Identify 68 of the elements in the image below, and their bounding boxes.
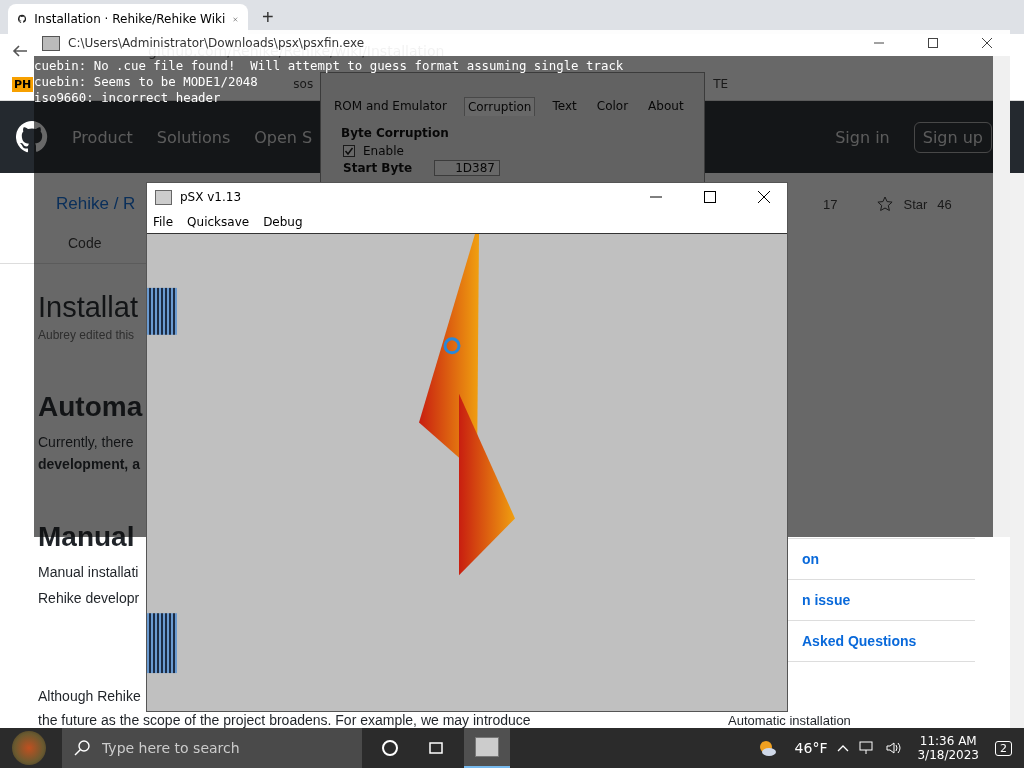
checkbox[interactable] <box>343 145 355 157</box>
sidebar-link[interactable]: n issue <box>802 592 851 608</box>
maximize-icon[interactable] <box>928 38 938 48</box>
page-text: the future as the scope of the project broadens. For example, we may introduce <box>38 712 531 728</box>
page-text: Manual installati <box>38 564 139 580</box>
search-icon <box>74 740 90 756</box>
sign-in-link[interactable]: Sign in <box>835 127 890 147</box>
maximize-icon[interactable] <box>704 191 716 203</box>
star-count: 46 <box>937 196 952 212</box>
console-scrollbar[interactable] <box>993 56 1010 537</box>
taskbar-app-icon[interactable] <box>464 728 510 768</box>
nav-link[interactable]: Solutions <box>156 127 231 147</box>
code-tab[interactable]: Code <box>68 235 102 251</box>
page-text: Currently, there <box>38 434 134 450</box>
window-tab[interactable]: ROM and Emulator <box>331 97 450 116</box>
clock-date[interactable]: 3/18/2023 <box>917 748 979 762</box>
star-label[interactable]: Star <box>903 196 928 212</box>
cortana-icon[interactable] <box>380 738 400 758</box>
window-tab[interactable]: Color <box>593 97 632 116</box>
console-line: iso9660: incorrect header <box>34 90 221 106</box>
field-label: Start Byte <box>343 161 413 175</box>
window-tab[interactable]: About <box>645 97 687 116</box>
nav-link[interactable]: Product <box>72 127 133 147</box>
console-line: cuebin: Seems to be MODE1/2048 <box>34 74 258 90</box>
bookmark[interactable]: TE <box>713 77 729 91</box>
checkbox-label: Enable <box>363 144 404 158</box>
sign-up-button[interactable]: Sign up <box>913 121 992 153</box>
sidebar-link[interactable]: Asked Questions <box>802 633 917 649</box>
toc-link[interactable]: Automatic installation <box>728 713 851 728</box>
start-icon[interactable] <box>12 731 46 765</box>
window-tab[interactable]: Text <box>549 97 580 116</box>
close-icon[interactable] <box>758 191 770 203</box>
notification-button[interactable]: 2 <box>995 740 1012 756</box>
window-tab[interactable]: Corruption <box>463 97 536 116</box>
menu-item[interactable]: Quicksave <box>187 215 250 229</box>
nav-link[interactable]: Open S <box>254 127 313 147</box>
console-line: cuebin: No .cue file found! Will attempt to guess format assuming single track <box>34 58 624 74</box>
repo-name[interactable]: Rehike / R <box>56 194 136 214</box>
page-text: Aubrey edited this <box>38 328 135 342</box>
search-field[interactable]: Type here to search <box>62 728 362 768</box>
sidebar-link[interactable]: on <box>802 551 820 567</box>
speaker-icon[interactable] <box>885 740 902 756</box>
window-icon <box>42 35 60 51</box>
chevron-up-icon[interactable] <box>837 744 850 752</box>
window-icon <box>155 189 172 205</box>
new-tab-button[interactable]: + <box>256 5 280 30</box>
bookmark[interactable]: sos <box>293 77 314 91</box>
page-scrollbar[interactable] <box>1010 173 1024 728</box>
menu-item[interactable]: Debug <box>263 215 303 229</box>
page-text: Installat <box>38 291 138 323</box>
page-text: development, a <box>38 456 140 472</box>
page-text: Although Rehike <box>38 688 141 704</box>
page-text: Rehike developr <box>38 590 140 606</box>
page-text: Automa <box>38 391 143 422</box>
watch-count: 17 <box>823 196 838 212</box>
star-icon[interactable] <box>877 196 894 212</box>
back-arrow-icon[interactable] <box>12 43 28 59</box>
group-label: Byte Corruption <box>341 126 449 140</box>
weather-temperature[interactable]: 46°F <box>794 740 828 756</box>
clock-time[interactable]: 11:36 AM <box>919 734 977 748</box>
tab-title: Installation · Rehike/Rehike Wiki <box>34 12 226 26</box>
bookmark-icon[interactable]: PH <box>12 76 34 92</box>
close-icon[interactable] <box>982 38 992 48</box>
octocat-icon[interactable] <box>16 121 48 153</box>
start-byte-field[interactable]: 1D387 <box>434 160 500 176</box>
network-icon[interactable] <box>859 740 876 756</box>
window-title: pSX v1.13 <box>180 190 242 204</box>
menu-item[interactable]: File <box>153 215 174 229</box>
